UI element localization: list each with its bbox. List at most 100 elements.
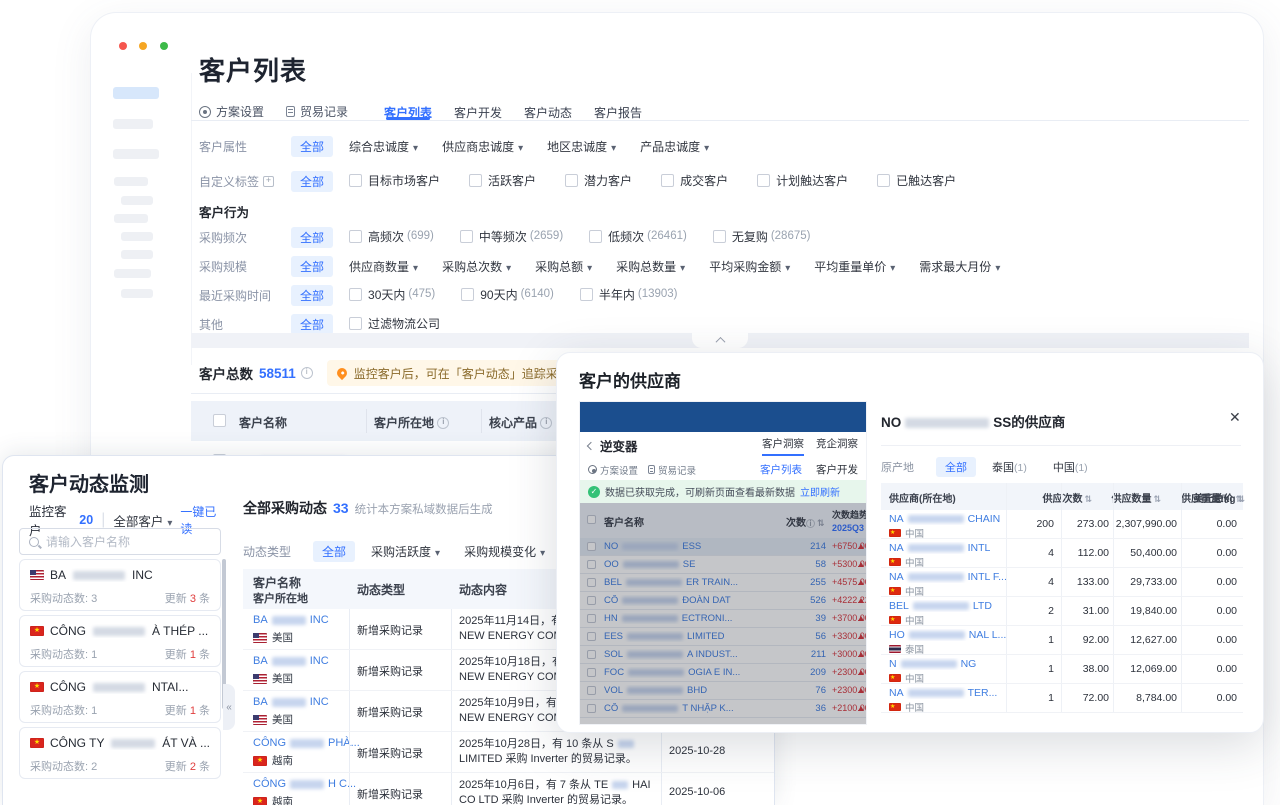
tag-checkbox[interactable]: 成交客户 bbox=[661, 172, 731, 189]
filter-dropdown[interactable]: 产品忠诚度 bbox=[640, 140, 709, 154]
all-chip[interactable]: 全部 bbox=[291, 256, 334, 277]
row-checkbox[interactable] bbox=[587, 686, 596, 695]
recent-checkbox[interactable]: 90天内 (6140) bbox=[461, 286, 554, 303]
sort-icon[interactable] bbox=[815, 518, 825, 529]
tab-customer-development[interactable]: 客户开发 bbox=[454, 104, 502, 121]
tab-competitor-insight[interactable]: 竞企洞察 bbox=[816, 436, 858, 456]
frequency-checkbox[interactable]: 无复购 (28675) bbox=[712, 228, 810, 245]
sidebar-item[interactable] bbox=[114, 269, 151, 278]
checkbox-icon[interactable] bbox=[877, 173, 891, 187]
origin-tab[interactable]: 泰国(1) bbox=[992, 462, 1027, 474]
minimize-window-icon[interactable] bbox=[139, 42, 148, 50]
row-checkbox[interactable] bbox=[587, 614, 596, 623]
sidebar-item-active[interactable] bbox=[113, 87, 159, 99]
monitored-customer-card[interactable]: CÔNGNTAI... 采购动态数: 1 更新 1 条 bbox=[19, 671, 221, 723]
app-customer-row[interactable]: EESLIMITED 56 +3300.00% bbox=[580, 628, 866, 646]
trade-records-button[interactable]: 贸易记录 bbox=[286, 103, 348, 120]
scope-dropdown[interactable]: 全部客户 bbox=[113, 511, 172, 530]
sort-icon[interactable] bbox=[1151, 494, 1161, 505]
all-chip[interactable]: 全部 bbox=[291, 136, 334, 157]
all-chip[interactable]: 全部 bbox=[936, 457, 976, 477]
supplier-row[interactable]: HO NAL L... 泰国 1 92.00 12,627.00 0.00 bbox=[881, 626, 1243, 656]
checkbox-icon[interactable] bbox=[461, 287, 475, 301]
plan-settings-button[interactable]: 方案设置 bbox=[199, 103, 264, 120]
filter-dropdown[interactable]: 平均采购金额 bbox=[709, 260, 790, 274]
sidebar-item[interactable] bbox=[121, 232, 153, 241]
refresh-now-link[interactable]: 立即刷新 bbox=[800, 484, 840, 499]
app-customer-row[interactable]: CÔĐOÀN DAT 526 +4222.22% bbox=[580, 592, 866, 610]
filter-dropdown[interactable]: 采购总数量 bbox=[616, 260, 685, 274]
app-customer-row[interactable]: OOSE 58 +5300.00% bbox=[580, 556, 866, 574]
select-all-checkbox[interactable] bbox=[587, 515, 596, 524]
tag-checkbox[interactable]: 计划触达客户 bbox=[757, 172, 851, 189]
row-checkbox[interactable] bbox=[587, 596, 596, 605]
tab-customer-report[interactable]: 客户报告 bbox=[594, 104, 642, 121]
sidebar-item[interactable] bbox=[121, 250, 153, 259]
trade-records-button[interactable]: 贸易记录 bbox=[648, 463, 696, 477]
collapse-filters-button[interactable] bbox=[692, 333, 748, 348]
row-checkbox[interactable] bbox=[587, 560, 596, 569]
frequency-checkbox[interactable]: 高频次 (699) bbox=[349, 228, 434, 245]
checkbox-icon[interactable] bbox=[349, 316, 363, 330]
recent-checkbox[interactable]: 半年内 (13903) bbox=[579, 286, 678, 303]
all-chip[interactable]: 全部 bbox=[291, 314, 334, 335]
checkbox-icon[interactable] bbox=[469, 173, 483, 187]
row-checkbox[interactable] bbox=[587, 632, 596, 641]
checkbox-icon[interactable] bbox=[712, 229, 726, 243]
checkbox-icon[interactable] bbox=[213, 414, 226, 427]
all-chip[interactable]: 全部 bbox=[313, 541, 356, 562]
supplier-row[interactable]: NAINTL 中国 4 112.00 50,400.00 0.00 bbox=[881, 539, 1243, 569]
all-chip[interactable]: 全部 bbox=[291, 285, 334, 306]
customer-search-input[interactable]: 请输入客户名称 bbox=[19, 528, 221, 555]
recent-checkbox[interactable]: 30天内 (475) bbox=[349, 286, 435, 303]
collapse-list-handle[interactable]: « bbox=[223, 684, 235, 730]
filter-dropdown[interactable]: 综合忠诚度 bbox=[349, 140, 418, 154]
close-icon[interactable]: ✕ bbox=[1229, 409, 1241, 426]
app-customer-row[interactable]: NOESS 214 +6750.00% bbox=[580, 538, 866, 556]
all-chip[interactable]: 全部 bbox=[291, 171, 334, 192]
frequency-checkbox[interactable]: 低频次 (26461) bbox=[589, 228, 687, 245]
filter-dropdown[interactable]: 采购总次数 bbox=[442, 260, 511, 274]
tab-customer-development[interactable]: 客户开发 bbox=[816, 462, 858, 477]
monitored-customer-card[interactable]: CÔNG TYÁT VÀ ... 采购动态数: 2 更新 2 条 bbox=[19, 727, 221, 779]
app-customer-row[interactable]: VOLBHD 76 +2300.00% bbox=[580, 682, 866, 700]
tag-checkbox[interactable]: 活跃客户 bbox=[469, 172, 539, 189]
manage-tags-icon[interactable] bbox=[263, 175, 275, 187]
frequency-checkbox[interactable]: 中等频次 (2659) bbox=[459, 228, 563, 245]
select-all-checkbox[interactable] bbox=[213, 414, 232, 427]
checkbox-icon[interactable] bbox=[757, 173, 771, 187]
supplier-row[interactable]: NAINTL F... 中国 4 133.00 29,733.00 0.00 bbox=[881, 568, 1243, 598]
app-customer-row[interactable]: HNECTRONI... 39 +3700.00% bbox=[580, 610, 866, 628]
tag-checkbox[interactable]: 目标市场客户 bbox=[349, 172, 443, 189]
filter-dropdown[interactable]: 采购总额 bbox=[535, 260, 592, 274]
app-customer-row[interactable]: SOLA INDUST... 211 +3000.00% bbox=[580, 646, 866, 664]
sidebar-item[interactable] bbox=[113, 149, 159, 159]
filter-dropdown[interactable]: 地区忠诚度 bbox=[547, 140, 616, 154]
monitored-customer-card[interactable]: CÔNGÀ THÉP ... 采购动态数: 1 更新 1 条 bbox=[19, 615, 221, 667]
row-checkbox[interactable] bbox=[587, 704, 596, 713]
app-customer-row[interactable]: CÔT NHẬP K... 36 +2100.00% bbox=[580, 700, 866, 718]
row-checkbox[interactable] bbox=[587, 668, 596, 677]
row-checkbox[interactable] bbox=[587, 542, 596, 551]
checkbox-icon[interactable] bbox=[589, 229, 603, 243]
filter-dropdown[interactable]: 供应商忠诚度 bbox=[442, 140, 523, 154]
sidebar-item[interactable] bbox=[114, 177, 148, 186]
checkbox-icon[interactable] bbox=[349, 173, 363, 187]
feed-filter-dropdown[interactable]: 采购活跃度 bbox=[371, 545, 440, 559]
supplier-row[interactable]: NATER... 中国 1 72.00 8,784.00 0.00 bbox=[881, 684, 1243, 714]
row-checkbox[interactable] bbox=[587, 650, 596, 659]
maximize-window-icon[interactable] bbox=[159, 42, 168, 50]
supplier-row[interactable]: BELLTD 中国 2 31.00 19,840.00 0.00 bbox=[881, 597, 1243, 627]
app-customer-row[interactable]: BELER TRAIN... 255 +4575.00% bbox=[580, 574, 866, 592]
app-customer-row[interactable]: FOCOGIA E IN... 209 +2300.00% bbox=[580, 664, 866, 682]
close-window-icon[interactable] bbox=[119, 42, 127, 50]
tag-checkbox[interactable]: 已触达客户 bbox=[877, 172, 959, 189]
checkbox-icon[interactable] bbox=[565, 173, 579, 187]
supplier-row[interactable]: NNG 中国 1 38.00 12,069.00 0.00 bbox=[881, 655, 1243, 685]
filter-dropdown[interactable]: 供应商数量 bbox=[349, 260, 418, 274]
info-icon[interactable] bbox=[540, 417, 553, 429]
row-checkbox[interactable] bbox=[587, 578, 596, 587]
checkbox-icon[interactable] bbox=[579, 287, 593, 301]
back-icon[interactable] bbox=[586, 441, 596, 450]
tab-customer-list[interactable]: 客户列表 bbox=[760, 462, 802, 477]
